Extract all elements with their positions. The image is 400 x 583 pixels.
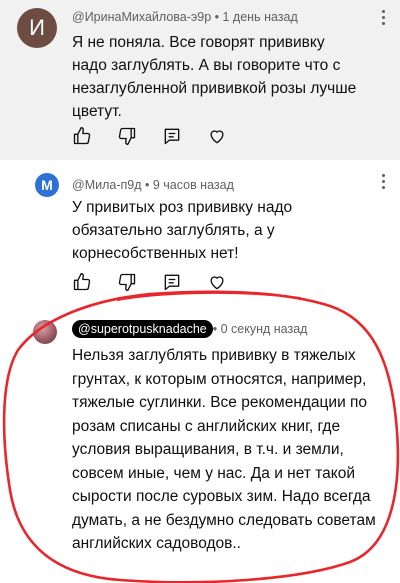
like-icon[interactable] xyxy=(72,126,92,146)
avatar[interactable] xyxy=(33,320,57,344)
comment-meta: @Мила-п9д • 9 часов назад xyxy=(72,178,234,192)
timestamp[interactable]: • 1 день назад xyxy=(211,10,298,24)
like-icon[interactable] xyxy=(72,272,92,292)
comment-actions xyxy=(72,272,252,292)
comment-meta: @superotpusknadache • 0 секунд назад xyxy=(72,320,307,338)
avatar[interactable]: M xyxy=(35,173,59,197)
reply-icon[interactable] xyxy=(162,272,182,292)
more-vert-icon[interactable] xyxy=(382,10,386,26)
comment-text: У привитых роз прививку надо обязательно… xyxy=(72,199,293,262)
comment-1: И @ИринаМихайлова-э9р • 1 день назад Я н… xyxy=(0,0,400,160)
reply-icon[interactable] xyxy=(162,126,182,146)
more-vert-icon[interactable] xyxy=(382,174,386,190)
comment-3: @superotpusknadache • 0 секунд назад Нел… xyxy=(0,310,400,583)
timestamp[interactable]: • 9 часов назад xyxy=(142,178,234,192)
dislike-icon[interactable] xyxy=(117,126,137,146)
author-name[interactable]: @ИринаМихайлова-э9р xyxy=(72,10,211,24)
comment-text: Я не поняла. Все говорят прививку надо з… xyxy=(72,34,357,120)
comment-meta: @ИринаМихайлова-э9р • 1 день назад xyxy=(72,10,298,24)
dislike-icon[interactable] xyxy=(117,272,137,292)
heart-icon[interactable] xyxy=(207,126,227,146)
timestamp[interactable]: • 0 секунд назад xyxy=(213,322,308,336)
author-name[interactable]: @Мила-п9д xyxy=(72,178,142,192)
author-name-badge[interactable]: @superotpusknadache xyxy=(72,320,213,338)
comment-2: M @Мила-п9д • 9 часов назад У привитых р… xyxy=(0,160,400,310)
heart-icon[interactable] xyxy=(207,272,227,292)
comment-actions xyxy=(72,126,252,146)
avatar[interactable]: И xyxy=(17,8,57,48)
comment-text: Нельзя заглублять прививку в тяжелых гру… xyxy=(72,347,376,552)
